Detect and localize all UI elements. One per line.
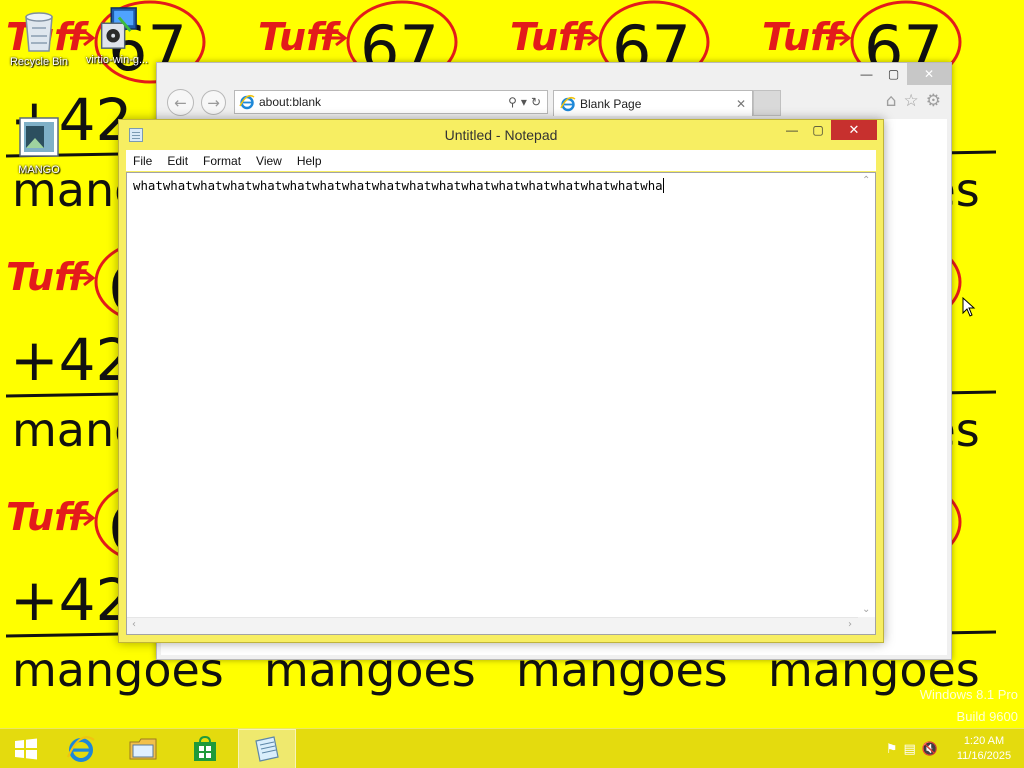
scroll-right-icon[interactable]: ›: [848, 619, 852, 630]
folder-icon: [129, 738, 157, 760]
taskbar-internet-explorer[interactable]: [52, 729, 110, 768]
address-tools: ⚲ ▾ ↻: [508, 95, 541, 109]
ie-icon: [239, 94, 255, 110]
ie-icon: [560, 96, 576, 111]
close-tab-icon[interactable]: ✕: [736, 97, 746, 111]
taskbar-notepad[interactable]: [238, 729, 296, 768]
scroll-down-icon[interactable]: ⌄: [862, 604, 870, 615]
new-tab-button[interactable]: [753, 90, 781, 116]
gear-icon[interactable]: ⚙: [926, 91, 941, 111]
refresh-icon[interactable]: ↻: [531, 95, 541, 109]
flag-icon[interactable]: ⚑: [886, 742, 898, 757]
wallpaper-plus-text: +42: [10, 326, 132, 394]
notepad-titlebar[interactable]: Untitled - Notepad — ▢ ✕: [119, 120, 883, 149]
address-url[interactable]: about:blank: [259, 95, 508, 109]
desktop-icon-label: Recycle Bin: [9, 56, 69, 68]
desktop-icon-virtio-installer[interactable]: virtio-win-g...: [78, 6, 156, 66]
scroll-left-icon[interactable]: ‹: [132, 619, 136, 630]
desktop-icon-recycle-bin[interactable]: Recycle Bin: [0, 8, 78, 68]
watermark-build: Build 9600: [956, 709, 1018, 724]
menu-bar: File Edit Format View Help: [126, 150, 876, 171]
forward-button[interactable]: →: [201, 90, 226, 115]
address-bar[interactable]: about:blank ⚲ ▾ ↻: [234, 90, 548, 114]
close-button[interactable]: ✕: [907, 63, 951, 85]
maximize-button[interactable]: ▢: [805, 120, 831, 140]
menu-edit[interactable]: Edit: [160, 154, 196, 168]
ie-caption-buttons: — ▢ ✕: [853, 63, 951, 85]
dropdown-icon[interactable]: ▾: [521, 95, 527, 109]
desktop-icon-mango-image[interactable]: MANGO: [0, 116, 78, 176]
watermark-edition: Windows 8.1 Pro: [919, 687, 1018, 702]
menu-help[interactable]: Help: [290, 154, 330, 168]
forward-icon: →: [207, 93, 220, 112]
mouse-cursor-icon: [962, 297, 976, 317]
desktop-icon-label: virtio-win-g...: [85, 54, 149, 66]
back-button[interactable]: ←: [167, 89, 194, 116]
editor-content: whatwhatwhatwhatwhatwhatwhatwhatwhatwhat…: [133, 178, 663, 193]
taskbar-store[interactable]: [176, 729, 234, 768]
image-file-icon: [19, 117, 59, 157]
editor-text-area[interactable]: whatwhatwhatwhatwhatwhatwhatwhatwhatwhat…: [133, 178, 857, 193]
system-tray: ⚑ ▤ 🔇 1:20 AM 11/16/2025: [886, 729, 1024, 768]
windows-logo-icon: [15, 738, 37, 760]
tab-blank-page[interactable]: Blank Page ✕: [553, 90, 753, 116]
clock-time: 1:20 AM: [963, 735, 1005, 747]
volume-muted-icon[interactable]: 🔇: [922, 742, 938, 757]
network-icon[interactable]: ▤: [904, 742, 916, 757]
installer-icon: [100, 7, 137, 49]
taskbar-file-explorer[interactable]: [114, 729, 172, 768]
taskbar: ⚑ ▤ 🔇 1:20 AM 11/16/2025: [0, 728, 1024, 768]
close-button[interactable]: ✕: [831, 120, 877, 140]
notepad-caption-buttons: — ▢ ✕: [779, 120, 877, 140]
minimize-button[interactable]: —: [779, 120, 805, 140]
store-icon: [194, 736, 216, 761]
wallpaper-plus-text: +42: [10, 566, 132, 634]
ie-icon: [66, 736, 95, 762]
notepad-window[interactable]: Untitled - Notepad — ▢ ✕ File Edit Forma…: [118, 119, 884, 643]
minimize-button[interactable]: —: [853, 63, 880, 85]
tab-title: Blank Page: [580, 96, 642, 111]
back-icon: ←: [174, 93, 187, 112]
horizontal-scrollbar[interactable]: ‹ ›: [127, 617, 858, 634]
desktop-icon-label: MANGO: [18, 164, 60, 176]
clock-date: 11/16/2025: [956, 750, 1012, 762]
star-icon[interactable]: ☆: [904, 91, 919, 111]
menu-format[interactable]: Format: [196, 154, 249, 168]
ie-toolbar-icons: ⌂ ☆ ⚙: [886, 91, 941, 111]
recycle-bin-icon: [25, 12, 53, 52]
windows-watermark: Windows 8.1 Pro Build 9600: [920, 684, 1018, 728]
text-editor[interactable]: whatwhatwhatwhatwhatwhatwhatwhatwhatwhat…: [126, 172, 876, 635]
menu-view[interactable]: View: [249, 154, 290, 168]
notepad-icon: [255, 736, 279, 762]
resize-grip[interactable]: [858, 617, 875, 634]
maximize-button[interactable]: ▢: [880, 63, 907, 85]
search-icon[interactable]: ⚲: [508, 95, 517, 109]
window-title: Untitled - Notepad: [444, 127, 558, 143]
scroll-up-icon[interactable]: ⌃: [862, 175, 870, 186]
start-button[interactable]: [0, 729, 52, 768]
vertical-scrollbar[interactable]: ⌃ ⌄: [858, 173, 875, 617]
clock[interactable]: 1:20 AM 11/16/2025: [944, 734, 1024, 764]
menu-file[interactable]: File: [126, 154, 160, 168]
home-icon[interactable]: ⌂: [886, 91, 897, 111]
text-caret: [662, 178, 664, 193]
